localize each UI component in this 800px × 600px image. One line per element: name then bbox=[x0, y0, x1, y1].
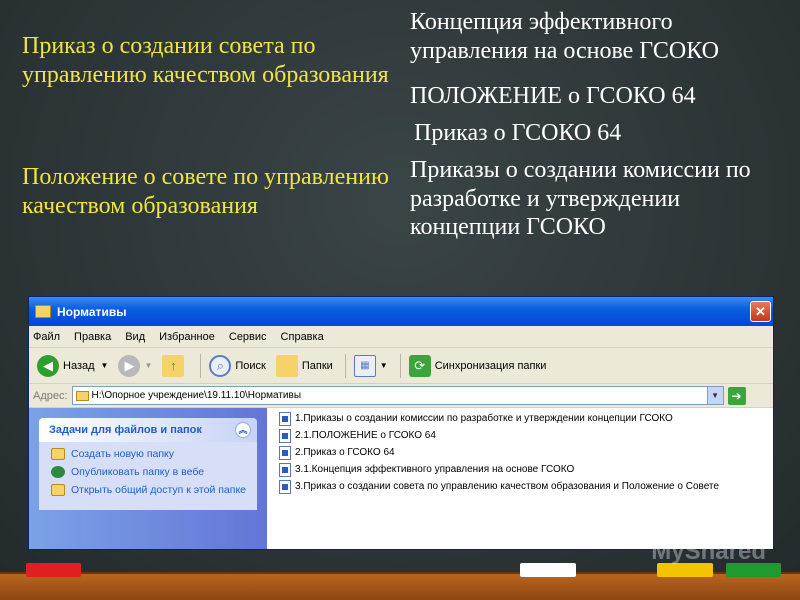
views-dropdown-icon[interactable]: ▼ bbox=[380, 361, 388, 370]
address-dropdown-icon[interactable]: ▼ bbox=[706, 387, 723, 404]
menu-bar: Файл Правка Вид Избранное Сервис Справка bbox=[29, 326, 773, 348]
folders-icon bbox=[275, 354, 298, 377]
sync-label: Синхронизация папки bbox=[434, 359, 547, 372]
folders-button[interactable]: Папки bbox=[275, 354, 333, 377]
word-document-icon bbox=[279, 462, 291, 477]
task-new-folder-label: Создать новую папку bbox=[71, 448, 175, 460]
menu-view[interactable]: Вид bbox=[125, 331, 145, 343]
word-document-icon bbox=[279, 445, 291, 460]
toolbar: ◀ Назад ▼ ▶ ▼ ↑ ⌕ Поиск Папки ▦ ▼ ⟳ Синх… bbox=[29, 348, 773, 384]
window-title: Нормативы bbox=[57, 304, 127, 319]
task-new-folder[interactable]: Создать новую папку bbox=[51, 448, 249, 460]
right-text-regulation-gsoko: ПОЛОЖЕНИЕ о ГСОКО 64 bbox=[410, 83, 696, 109]
task-share-folder[interactable]: Открыть общий доступ к этой папке bbox=[51, 484, 249, 496]
task-panel-title: Задачи для файлов и папок bbox=[49, 424, 202, 436]
task-list: Создать новую папку Опубликовать папку в… bbox=[39, 442, 257, 510]
folders-label: Папки bbox=[301, 359, 333, 372]
file-name: 2.Приказ о ГСОКО 64 bbox=[295, 447, 395, 458]
window-content: Задачи для файлов и папок ︽ Создать нову… bbox=[29, 408, 773, 549]
task-panel-header[interactable]: Задачи для файлов и папок ︽ bbox=[39, 418, 257, 442]
red-chalk bbox=[26, 563, 81, 577]
explorer-window: Нормативы ✕ Файл Правка Вид Избранное Се… bbox=[28, 296, 774, 550]
close-button[interactable]: ✕ bbox=[750, 301, 771, 322]
sync-button[interactable]: ⟳ Синхронизация папки bbox=[408, 354, 547, 377]
file-name: 2.1.ПОЛОЖЕНИЕ о ГСОКО 64 bbox=[295, 430, 436, 441]
back-arrow-icon: ◀ bbox=[37, 354, 59, 377]
white-chalk bbox=[520, 563, 576, 577]
forward-arrow-icon: ▶ bbox=[118, 354, 141, 377]
menu-file[interactable]: Файл bbox=[33, 331, 60, 343]
go-arrow-button[interactable]: ➔ bbox=[727, 386, 746, 405]
address-field[interactable]: H:\Опорное учреждение\19.11.10\Нормативы… bbox=[71, 386, 724, 405]
word-document-icon bbox=[279, 411, 291, 426]
views-grid-icon: ▦ bbox=[353, 354, 376, 377]
file-item[interactable]: 2.1.ПОЛОЖЕНИЕ о ГСОКО 64 bbox=[279, 427, 719, 444]
address-value: H:\Опорное учреждение\19.11.10\Нормативы bbox=[91, 390, 302, 401]
right-text-orders-commission: Приказы о создании комиссии по разработк… bbox=[410, 157, 751, 241]
file-item[interactable]: 1.Приказы о создании комиссии по разрабо… bbox=[279, 410, 719, 427]
file-item[interactable]: 2.Приказ о ГСОКО 64 bbox=[279, 444, 719, 461]
menu-tools[interactable]: Сервис bbox=[229, 331, 267, 343]
search-icon: ⌕ bbox=[209, 354, 232, 377]
toolbar-separator bbox=[200, 353, 202, 378]
folder-icon bbox=[75, 390, 89, 401]
file-list: 1.Приказы о создании комиссии по разрабо… bbox=[279, 410, 719, 495]
right-text-order-gsoko: Приказ о ГСОКО 64 bbox=[414, 120, 622, 146]
toolbar-separator bbox=[399, 353, 401, 378]
forward-dropdown-icon[interactable]: ▼ bbox=[144, 361, 152, 370]
word-document-icon bbox=[279, 428, 291, 443]
menu-edit[interactable]: Правка bbox=[74, 331, 111, 343]
task-pane: Задачи для файлов и папок ︽ Создать нову… bbox=[29, 408, 267, 549]
window-titlebar[interactable]: Нормативы ✕ bbox=[29, 297, 773, 326]
address-bar: Адрес: H:\Опорное учреждение\19.11.10\Но… bbox=[29, 384, 773, 408]
back-button[interactable]: ◀ Назад ▼ bbox=[37, 354, 109, 377]
back-dropdown-icon[interactable]: ▼ bbox=[101, 361, 109, 370]
left-text-regulation-council: Положение о совете по управлению качеств… bbox=[22, 164, 389, 219]
shared-folder-icon bbox=[51, 484, 65, 496]
task-share-folder-label: Открыть общий доступ к этой папке bbox=[71, 484, 247, 496]
task-publish-web[interactable]: Опубликовать папку в вебе bbox=[51, 466, 249, 478]
watermark-logo: MyShared bbox=[651, 538, 766, 565]
menu-favorites[interactable]: Избранное bbox=[159, 331, 215, 343]
file-name: 3.1.Концепция эффективного управления на… bbox=[295, 464, 575, 475]
sync-icon: ⟳ bbox=[408, 354, 431, 377]
back-label: Назад bbox=[63, 359, 95, 372]
collapse-chevron-icon[interactable]: ︽ bbox=[235, 422, 251, 438]
search-label: Поиск bbox=[235, 359, 266, 372]
task-publish-web-label: Опубликовать папку в вебе bbox=[71, 466, 205, 478]
left-text-order-council: Приказ о создании совета по управлению к… bbox=[22, 33, 389, 88]
views-button[interactable]: ▦ ▼ bbox=[353, 354, 388, 377]
up-folder-icon: ↑ bbox=[162, 354, 185, 377]
new-folder-icon bbox=[51, 448, 65, 460]
forward-button[interactable]: ▶ ▼ bbox=[118, 354, 152, 377]
globe-icon bbox=[51, 466, 65, 478]
search-button[interactable]: ⌕ Поиск bbox=[209, 354, 266, 377]
file-folder-tasks-panel: Задачи для файлов и папок ︽ Создать нову… bbox=[39, 418, 257, 510]
folder-icon bbox=[35, 305, 51, 318]
file-item[interactable]: 3.Приказ о создании совета по управлению… bbox=[279, 478, 719, 495]
file-item[interactable]: 3.1.Концепция эффективного управления на… bbox=[279, 461, 719, 478]
file-name: 1.Приказы о создании комиссии по разрабо… bbox=[295, 413, 673, 424]
up-folder-button[interactable]: ↑ bbox=[162, 354, 188, 377]
address-label: Адрес: bbox=[33, 389, 68, 402]
toolbar-separator bbox=[344, 353, 346, 378]
menu-help[interactable]: Справка bbox=[281, 331, 324, 343]
file-name: 3.Приказ о создании совета по управлению… bbox=[295, 481, 719, 492]
right-text-concept: Концепция эффективного управления на осн… bbox=[410, 9, 719, 64]
word-document-icon bbox=[279, 479, 291, 494]
